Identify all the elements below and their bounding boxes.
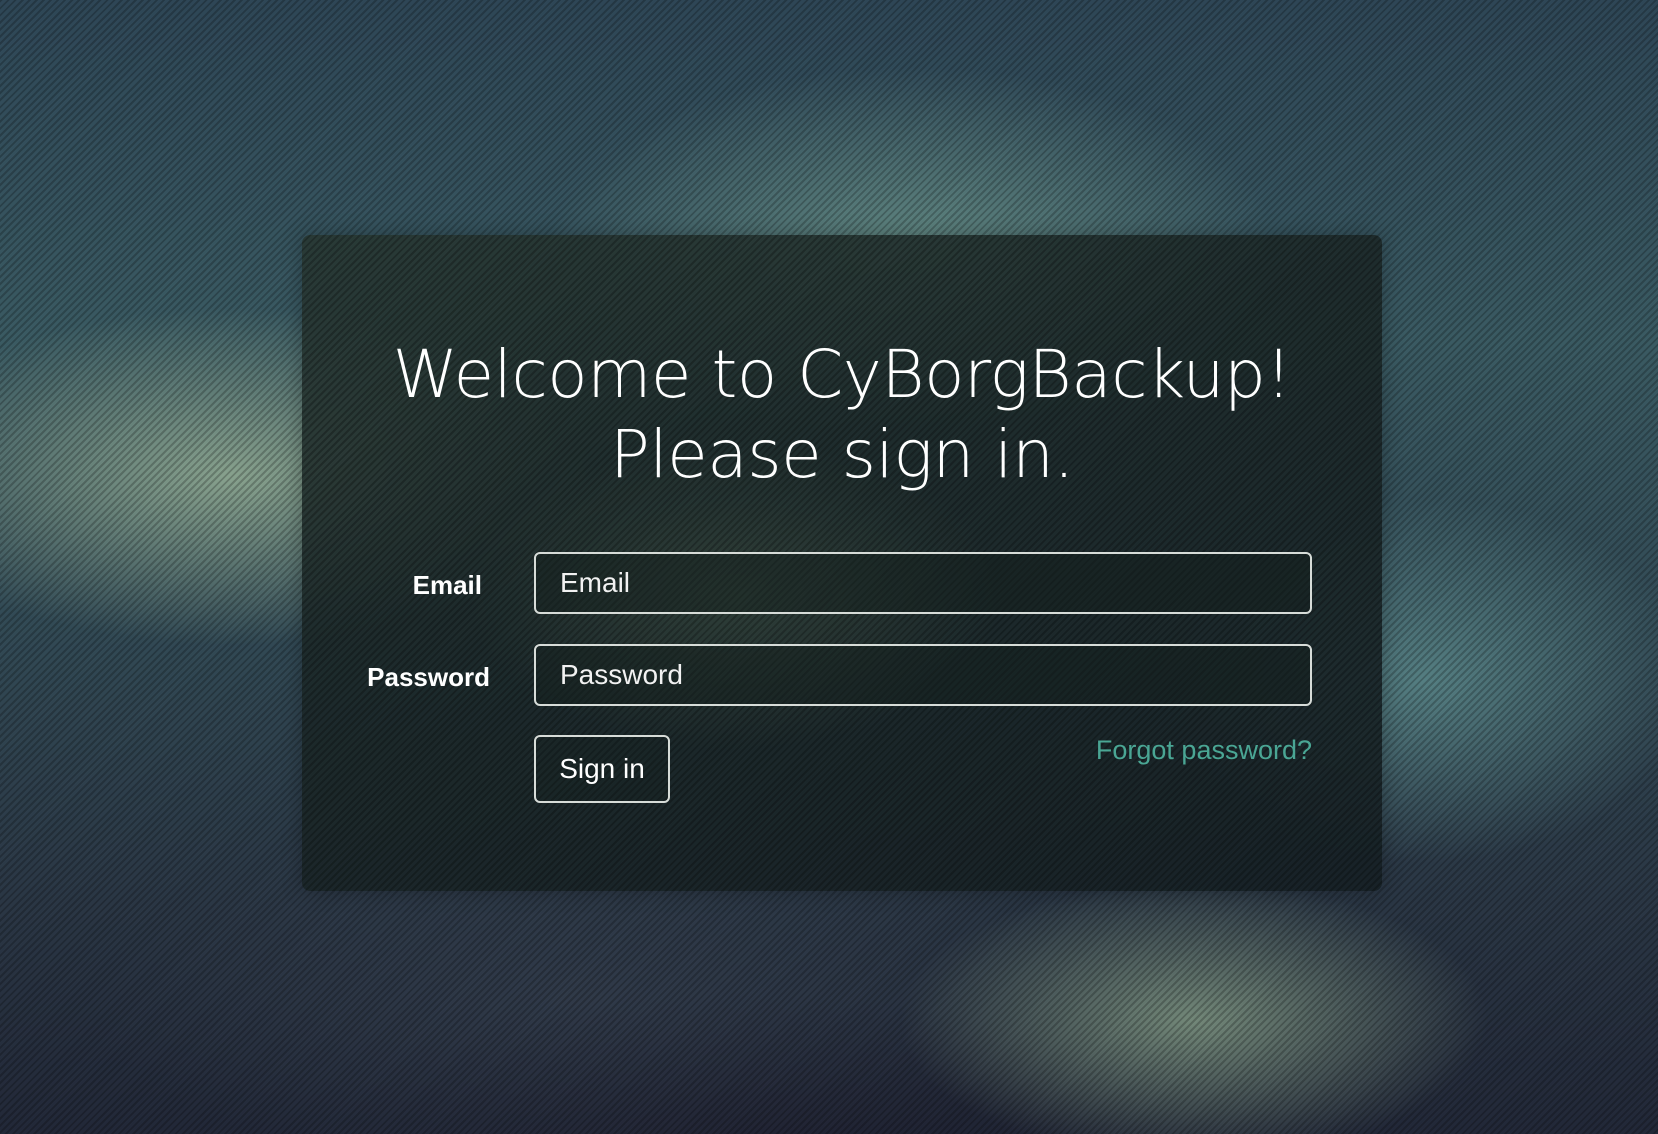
email-field[interactable] [534,552,1312,614]
title-line-2: Please sign in. [610,416,1074,493]
forgot-password-link[interactable]: Forgot password? [1096,735,1312,766]
password-field[interactable] [534,644,1312,706]
email-label: Email [412,570,482,600]
password-label: Password [367,662,490,692]
sign-in-button[interactable]: Sign in [534,735,670,803]
login-card: Welcome to CyBorgBackup! Please sign in.… [302,235,1382,891]
page-title: Welcome to CyBorgBackup! Please sign in. [302,335,1382,495]
title-line-1: Welcome to CyBorgBackup! [392,336,1292,413]
